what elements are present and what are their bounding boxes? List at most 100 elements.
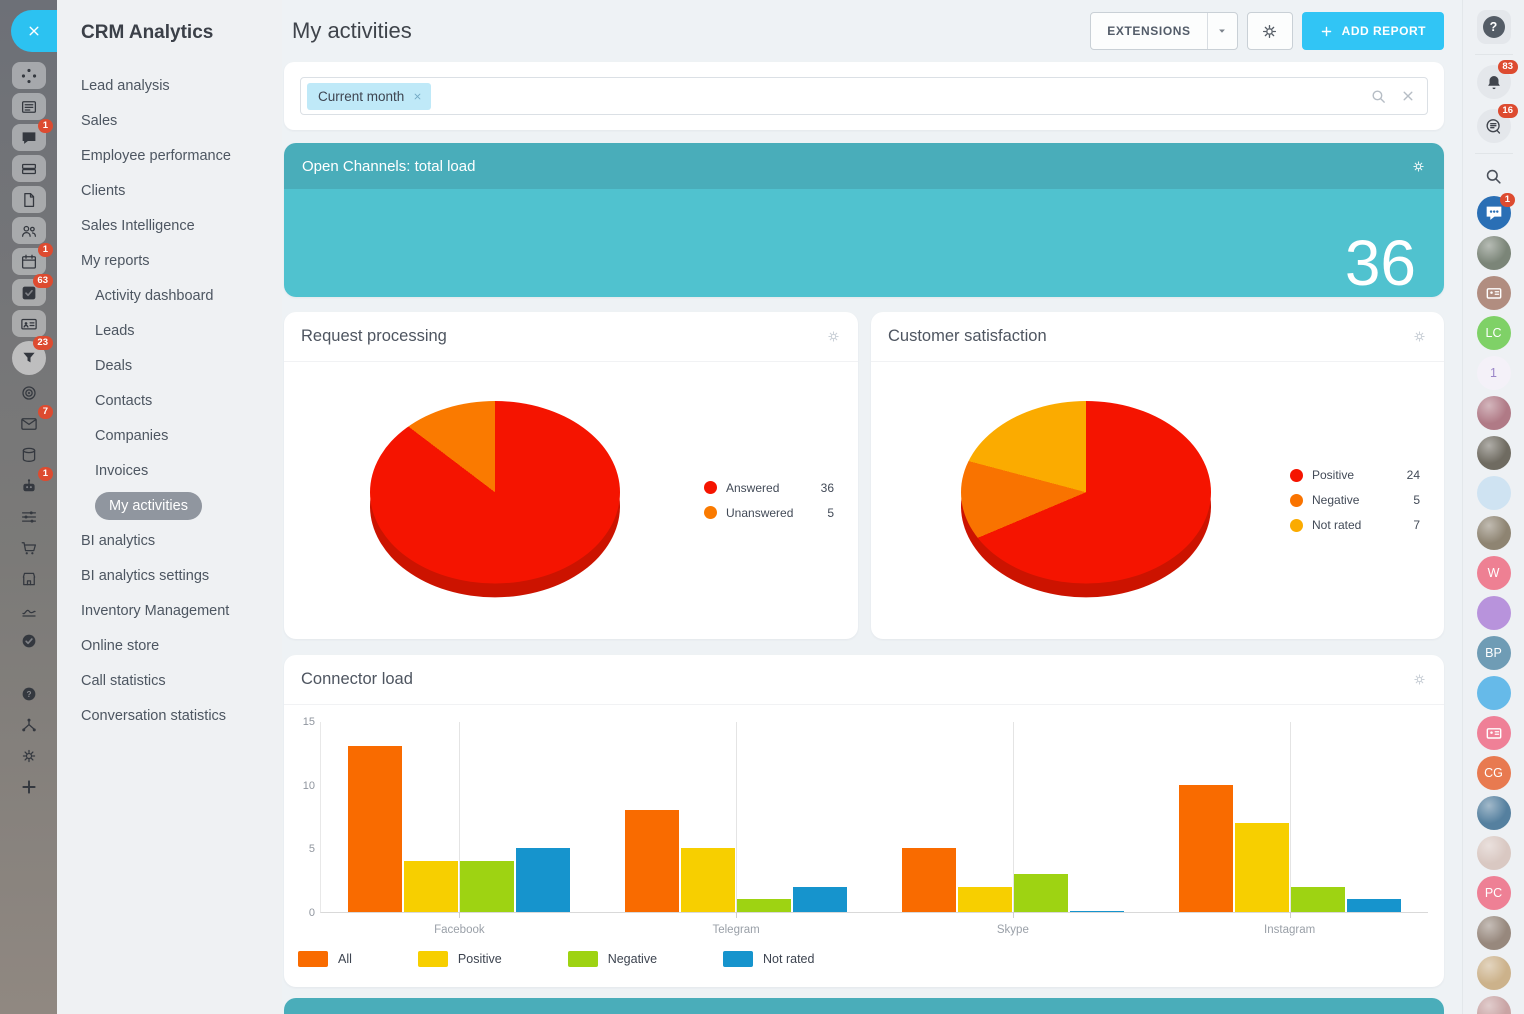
chat-avatar[interactable] <box>1477 596 1511 630</box>
extensions-button[interactable]: EXTENSIONS <box>1090 12 1237 50</box>
sign-button[interactable] <box>12 596 46 623</box>
sidebar-item-bi-analytics[interactable]: BI analytics <box>57 523 282 558</box>
gear-icon <box>1260 22 1279 41</box>
sidebar-item-invoices[interactable]: Invoices <box>57 453 282 488</box>
sidebar-item-bi-analytics-settings[interactable]: BI analytics settings <box>57 558 282 593</box>
pie-legend: Positive24Negative5Not rated7 <box>1290 468 1420 532</box>
sidebar-item-clients[interactable]: Clients <box>57 173 282 208</box>
main-area: My activities EXTENSIONS ADD REPORT <box>282 0 1462 1014</box>
calendar-button[interactable]: 1 <box>12 248 46 275</box>
robot-button[interactable]: 1 <box>12 472 46 499</box>
chat-avatar[interactable] <box>1477 396 1511 430</box>
chat-avatar[interactable] <box>1477 956 1511 990</box>
chat-avatar[interactable]: CG <box>1477 756 1511 790</box>
chat-avatar[interactable] <box>1477 436 1511 470</box>
sidebar-item-employee-performance[interactable]: Employee performance <box>57 138 282 173</box>
sidebar-item-call-statistics[interactable]: Call statistics <box>57 663 282 698</box>
legend-label: Negative <box>608 952 657 966</box>
plus-button[interactable] <box>12 773 46 800</box>
sidebar-item-lead-analysis[interactable]: Lead analysis <box>57 68 282 103</box>
tasks-button[interactable]: 63 <box>12 279 46 306</box>
pulse-button[interactable] <box>12 62 46 89</box>
legend-dot <box>1290 494 1303 507</box>
network-button[interactable] <box>12 711 46 738</box>
search-icon[interactable] <box>1370 88 1387 105</box>
chat-avatar[interactable] <box>1477 916 1511 950</box>
clear-filter-icon[interactable] <box>1401 89 1415 103</box>
sidebar-item-inventory-management[interactable]: Inventory Management <box>57 593 282 628</box>
chat-avatar[interactable] <box>1477 996 1511 1014</box>
automation-button[interactable] <box>12 503 46 530</box>
crm-icon <box>20 349 38 367</box>
sidebar-item-my-activities[interactable]: My activities <box>57 488 282 523</box>
settings-button[interactable] <box>12 742 46 769</box>
sidebar-item-deals[interactable]: Deals <box>57 348 282 383</box>
chat-avatar[interactable]: LC <box>1477 316 1511 350</box>
chat-avatar[interactable] <box>1477 716 1511 750</box>
sidebar-item-contacts[interactable]: Contacts <box>57 383 282 418</box>
storage-icon <box>20 446 38 464</box>
sidebar-item-online-store[interactable]: Online store <box>57 628 282 663</box>
sidebar-item-conversation-statistics[interactable]: Conversation statistics <box>57 698 282 733</box>
chat-avatar[interactable]: W <box>1477 556 1511 590</box>
chat-avatar[interactable] <box>1477 276 1511 310</box>
chat-avatar[interactable] <box>1477 516 1511 550</box>
gear-icon[interactable] <box>826 329 841 344</box>
chat-avatar[interactable]: BP <box>1477 636 1511 670</box>
filter-tag[interactable]: Current month <box>307 83 431 110</box>
sidebar-item-label: Online store <box>81 638 159 654</box>
close-menu-button[interactable] <box>11 10 57 52</box>
sidebar-item-label: Conversation statistics <box>81 708 226 724</box>
storage-button[interactable] <box>12 441 46 468</box>
chat-avatar[interactable] <box>1477 796 1511 830</box>
remove-tag-icon[interactable] <box>413 92 422 101</box>
chat-avatar[interactable]: 1 <box>1477 356 1511 390</box>
contact-center-button[interactable] <box>12 310 46 337</box>
sidebar-item-sales[interactable]: Sales <box>57 103 282 138</box>
sidebar-item-label: My activities <box>95 492 202 520</box>
add-report-button[interactable]: ADD REPORT <box>1302 12 1444 50</box>
sidebar-item-activity-dashboard[interactable]: Activity dashboard <box>57 278 282 313</box>
sidebar-item-companies[interactable]: Companies <box>57 418 282 453</box>
bar-chart: 051015 FacebookTelegramSkypeInstagram <box>284 722 1444 913</box>
legend-label: Not rated <box>1312 518 1361 532</box>
cart-button[interactable] <box>12 534 46 561</box>
gear-icon[interactable] <box>1411 159 1426 174</box>
chat-avatar[interactable]: PC <box>1477 876 1511 910</box>
legend-swatch <box>568 951 598 967</box>
sidebar-item-leads[interactable]: Leads <box>57 313 282 348</box>
help-button[interactable]: ? <box>12 680 46 707</box>
chat-avatar[interactable] <box>1477 476 1511 510</box>
documents-button[interactable] <box>12 186 46 213</box>
target-button[interactable] <box>12 379 46 406</box>
bar-plot: FacebookTelegramSkypeInstagram <box>320 722 1428 913</box>
open-channels-widget: Open Channels: total load 36 <box>284 143 1444 297</box>
svg-text:?: ? <box>26 689 31 698</box>
sidebar-item-my-reports[interactable]: My reports <box>57 243 282 278</box>
chat-avatar[interactable] <box>1477 836 1511 870</box>
sidebar-item-sales-intelligence[interactable]: Sales Intelligence <box>57 208 282 243</box>
legend-item: Not rated <box>723 951 814 967</box>
gear-icon[interactable] <box>1412 329 1427 344</box>
messenger-button[interactable]: 1 <box>12 124 46 151</box>
employees-button[interactable] <box>12 217 46 244</box>
store-button[interactable] <box>12 565 46 592</box>
chat-avatar[interactable] <box>1477 676 1511 710</box>
chat-avatar[interactable] <box>1477 236 1511 270</box>
check-button[interactable] <box>12 627 46 654</box>
mail-button[interactable]: 7 <box>12 410 46 437</box>
crm-button[interactable]: 23 <box>12 341 46 375</box>
settings-button[interactable] <box>1247 12 1293 50</box>
search-icon[interactable] <box>1484 167 1503 186</box>
planner-button[interactable]: 16 <box>1477 109 1511 143</box>
gear-icon[interactable] <box>1412 672 1427 687</box>
news-button[interactable] <box>12 93 46 120</box>
page-title: My activities <box>292 18 412 44</box>
legend-value: 5 <box>1413 493 1420 507</box>
notifications-button[interactable]: 83 <box>1477 65 1511 99</box>
group-chat-avatar[interactable]: 1 <box>1477 196 1511 230</box>
extensions-dropdown-button[interactable] <box>1207 13 1237 49</box>
help-button[interactable]: ? <box>1477 10 1511 44</box>
filter-input[interactable]: Current month <box>300 77 1428 115</box>
drive-button[interactable] <box>12 155 46 182</box>
